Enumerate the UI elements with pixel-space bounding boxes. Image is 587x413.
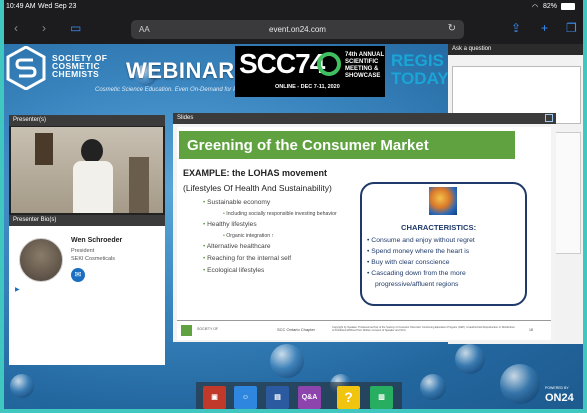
expand-arrow-icon[interactable]: ▶: [15, 286, 20, 293]
slides-panel: Slides Greening of the Consumer Market E…: [173, 113, 556, 342]
presenter-name: Wen Schroeder: [71, 237, 123, 244]
help-button[interactable]: ?: [337, 386, 360, 409]
wifi-icon: ◠: [532, 4, 539, 11]
bullet-6: • Reaching for the internal self: [203, 255, 292, 262]
browser-toolbar: ‹ › ▭ AA event.on24.com ↻ ⇪ + ❐: [0, 14, 587, 44]
bullet-7: • Ecological lifestyles: [203, 267, 265, 274]
address-bar[interactable]: AA event.on24.com ↻: [131, 20, 464, 39]
characteristic-4: • Cascading down from the more: [367, 270, 466, 277]
status-time: 10:49 AM: [6, 3, 36, 10]
share-icon[interactable]: ⇪: [511, 21, 521, 35]
slide-example: EXAMPLE: the LOHAS movement: [183, 168, 328, 178]
status-bar: 10:49 AM Wed Sep 23 ◠ 82%: [0, 0, 587, 14]
society-name: SOCIETY OF COSMETIC CHEMISTS: [52, 53, 108, 79]
email-icon[interactable]: ✉: [71, 268, 85, 282]
footer-scc-logo: SOCIETY OF: [181, 325, 261, 336]
presenter-bio-header: Presenter Bio(s): [9, 215, 165, 226]
presenter-video[interactable]: [11, 127, 163, 213]
scc-number: SCC74: [239, 48, 325, 79]
media-player-icon[interactable]: ▣: [203, 386, 226, 409]
scc74-ad[interactable]: SCC74 74th ANNUAL SCIENTIFIC MEETING & S…: [235, 46, 385, 97]
footer-page-number: 18: [529, 328, 533, 332]
bullet-1: • Sustainable economy: [203, 199, 271, 206]
globe-icon: [429, 187, 457, 215]
characteristic-4-continued: progressive/affluent regions: [375, 281, 459, 288]
register-today-link[interactable]: REGIS TODAY: [391, 52, 449, 88]
slides-header: Slides: [173, 113, 556, 124]
battery-icon: [561, 3, 575, 10]
presenter-company: SEKI Cosmeticals: [71, 256, 116, 262]
scc-title: 74th ANNUAL SCIENTIFIC MEETING & SHOWCAS…: [345, 52, 385, 79]
reload-icon[interactable]: ↻: [448, 23, 456, 34]
resources-icon[interactable]: ▥: [370, 386, 393, 409]
ask-question-header: Ask a question: [448, 44, 583, 55]
slide: Greening of the Consumer Market EXAMPLE:…: [177, 127, 551, 340]
poster: [35, 133, 53, 165]
presenters-header: Presenter(s): [9, 115, 165, 126]
footer-chapter: SCC Ontario Chapter: [277, 327, 316, 332]
scc-dates: ONLINE - DEC 7-11, 2020: [275, 84, 340, 90]
shelf: [129, 157, 149, 213]
tabs-icon[interactable]: ❐: [566, 21, 577, 35]
presenter-body: [73, 161, 113, 213]
bookmarks-icon[interactable]: ▭: [70, 21, 81, 35]
scc-logo-icon: [6, 46, 46, 90]
speaker-bio-icon[interactable]: ☺: [234, 386, 257, 409]
battery-percent: 82%: [543, 3, 558, 10]
presenter-video-panel: Presenter(s): [9, 115, 165, 215]
widget-dock: ▣ ☺ ▤ Q&A ? ▥: [196, 382, 402, 413]
forward-icon[interactable]: ›: [42, 21, 46, 35]
characteristic-2: • Spend money where the heart is: [367, 248, 470, 255]
bullet-3: • Healthy lifestyles: [203, 221, 257, 228]
footer-copyright: Copyright by Speaker. Produced as Part o…: [332, 326, 515, 332]
qa-button[interactable]: Q&A: [298, 386, 321, 409]
bullet-4: • Organic integration ↑: [223, 233, 275, 239]
status-date: Wed Sep 23: [38, 3, 77, 10]
scc-circle-icon: [317, 52, 341, 76]
characteristics-title: CHARACTERISTICS:: [401, 223, 477, 232]
slides-icon[interactable]: ▤: [266, 386, 289, 409]
slide-footer: SOCIETY OF SCC Ontario Chapter Copyright…: [177, 320, 551, 340]
back-icon[interactable]: ‹: [14, 21, 18, 35]
on24-logo: POWERED BY ON24: [545, 386, 574, 404]
presenter-title: President: [71, 248, 95, 254]
characteristic-3: • Buy with clear conscience: [367, 259, 450, 266]
slide-title: Greening of the Consumer Market: [179, 131, 515, 159]
presenter-avatar: [19, 238, 63, 282]
maximize-icon[interactable]: [545, 114, 553, 122]
presenter-head: [81, 139, 103, 163]
presenter-bio-panel: Presenter Bio(s) Wen Schroeder President…: [9, 215, 165, 365]
bullet-2: • Including socially responsible investi…: [223, 211, 337, 217]
characteristic-1: • Consume and enjoy without regret: [367, 237, 475, 244]
new-tab-icon[interactable]: +: [541, 21, 548, 35]
webinars-heading: WEBINARS: [126, 58, 250, 83]
slide-lohas: (Lifestyles Of Health And Sustainability…: [183, 183, 332, 193]
bullet-5: • Alternative healthcare: [203, 243, 271, 250]
url-text[interactable]: event.on24.com: [131, 25, 464, 34]
